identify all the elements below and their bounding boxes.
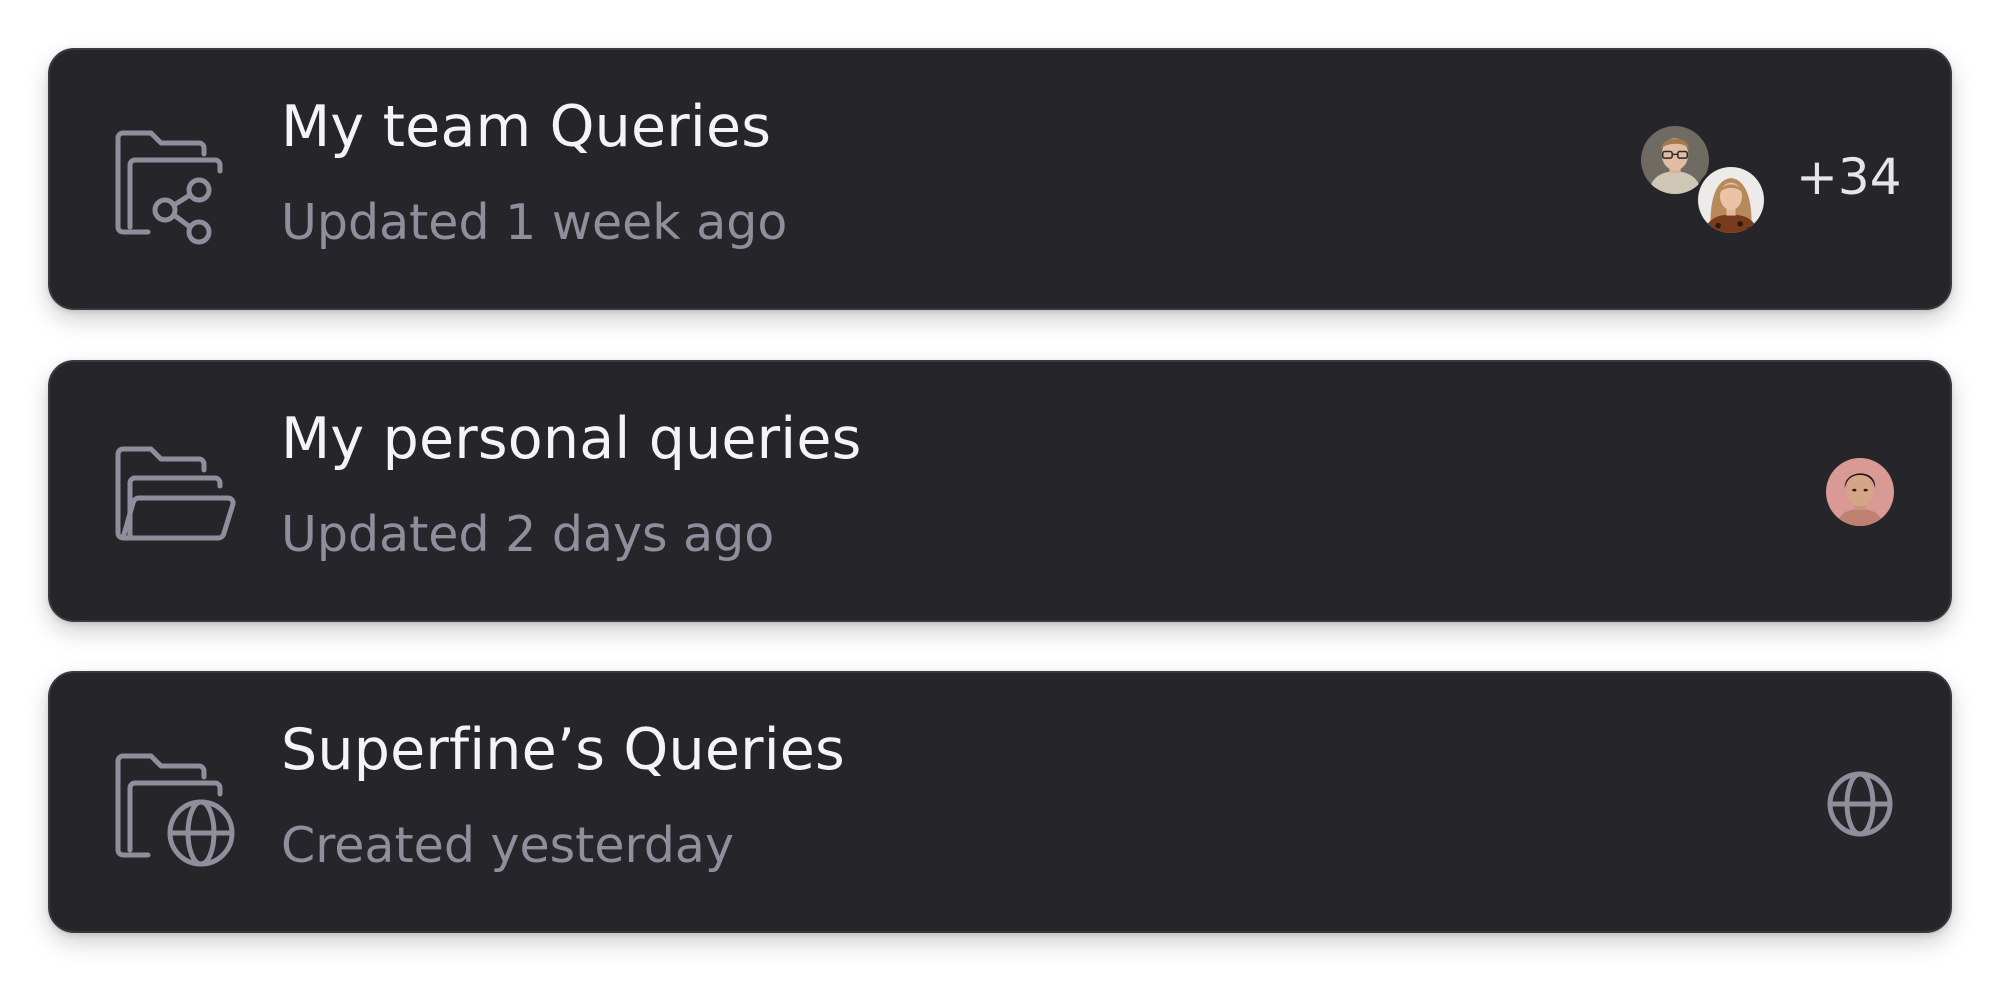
folder-title: Superfine’s Queries bbox=[281, 717, 845, 783]
folder-card-personal-queries[interactable]: My personal queries Updated 2 days ago bbox=[48, 360, 1952, 622]
folder-card-superfine-queries[interactable]: Superfine’s Queries Created yesterday bbox=[48, 671, 1952, 933]
avatar bbox=[1695, 164, 1767, 236]
folder-title: My personal queries bbox=[281, 406, 862, 472]
query-folder-list: My team Queries Updated 1 week ago +34 M… bbox=[0, 0, 2000, 984]
folder-open-icon bbox=[115, 440, 241, 560]
folder-title: My team Queries bbox=[281, 94, 772, 160]
folder-share-icon bbox=[115, 128, 241, 248]
folder-created-label: Created yesterday bbox=[281, 817, 734, 874]
globe-icon bbox=[1826, 770, 1894, 838]
folder-updated-label: Updated 1 week ago bbox=[281, 194, 788, 251]
folder-updated-label: Updated 2 days ago bbox=[281, 506, 775, 563]
folder-globe-icon bbox=[115, 751, 241, 871]
additional-members-count: +34 bbox=[1796, 148, 1902, 206]
avatar bbox=[1824, 456, 1896, 528]
folder-card-team-queries[interactable]: My team Queries Updated 1 week ago +34 bbox=[48, 48, 1952, 310]
